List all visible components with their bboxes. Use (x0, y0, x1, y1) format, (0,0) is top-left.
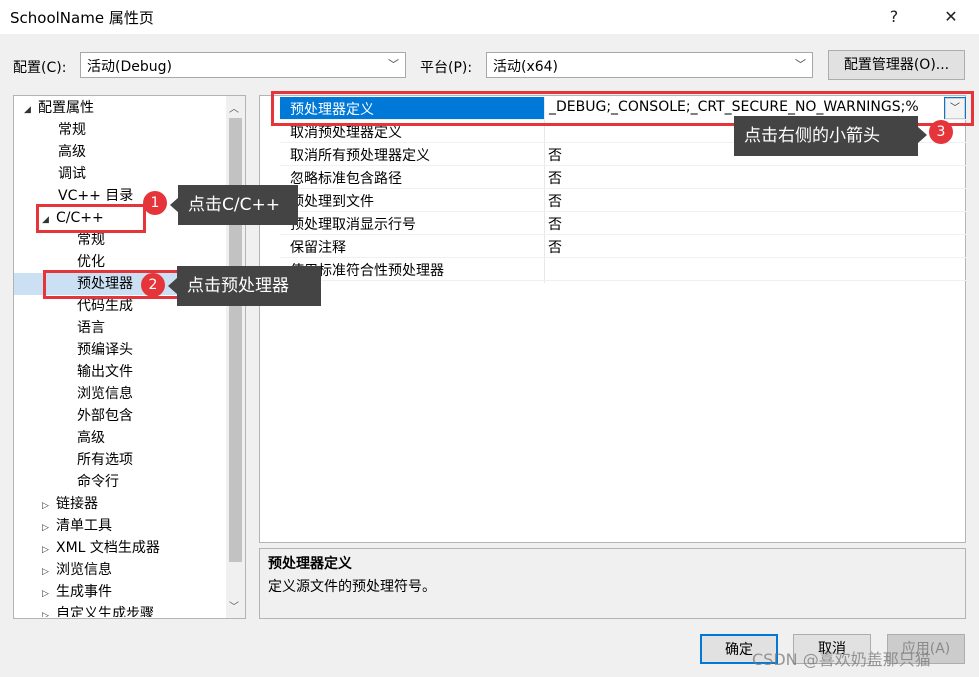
property-value[interactable]: 否 (548, 214, 562, 234)
scroll-up-icon[interactable]: ︿ (229, 100, 239, 115)
platform-value: 活动(x64) (493, 59, 559, 75)
tree-item-browse-info[interactable]: 浏览信息 (77, 383, 133, 405)
tree-item-label: 自定义生成步骤 (56, 606, 154, 617)
tree-item-custom-build-step[interactable]: ▷ 自定义生成步骤 (42, 603, 154, 617)
window-title: SchoolName 属性页 (10, 9, 154, 27)
tree-item-linker[interactable]: ▷ 链接器 (42, 493, 98, 515)
property-value[interactable]: 否 (548, 145, 562, 165)
config-label: 配置(C): (13, 60, 67, 76)
grid-row-suppress-line-numbers[interactable]: 预处理取消显示行号 否 (280, 212, 966, 235)
close-icon[interactable]: ✕ (934, 4, 968, 30)
tree-item-all-options[interactable]: 所有选项 (77, 449, 133, 471)
tree-item-language[interactable]: 语言 (77, 317, 105, 339)
property-name: 忽略标准包含路径 (290, 171, 402, 187)
tree-item-build-events[interactable]: ▷ 生成事件 (42, 581, 112, 603)
tree-item-xml-doc-generator[interactable]: ▷ XML 文档生成器 (42, 537, 160, 559)
callout-pointer (918, 127, 927, 143)
config-manager-button[interactable]: 配置管理器(O)... (828, 50, 965, 80)
tree-item-external-includes[interactable]: 外部包含 (77, 405, 133, 427)
description-title: 预处理器定义 (268, 556, 352, 572)
config-value: 活动(Debug) (87, 59, 172, 75)
platform-label: 平台(P): (420, 60, 473, 76)
grid-row-keep-comments[interactable]: 保留注释 否 (280, 235, 966, 258)
tree-item-command-line[interactable]: 命令行 (77, 471, 119, 493)
tree-item-browse-information[interactable]: ▷ 浏览信息 (42, 559, 112, 581)
platform-select[interactable]: 活动(x64) ﹀ (486, 52, 813, 78)
tree: ◢ 配置属性 常规 高级 调试 VC++ 目录 ◢ C/C++ 常规 优化 预处理器… (14, 97, 226, 617)
callout-pointer (168, 278, 177, 294)
property-value[interactable]: 否 (548, 168, 562, 188)
expand-icon[interactable]: ▷ (42, 517, 56, 539)
tree-item-precompiled-headers[interactable]: 预编译头 (77, 339, 133, 361)
expand-icon[interactable]: ▷ (42, 605, 56, 617)
property-value[interactable]: 否 (548, 237, 562, 257)
help-button[interactable]: ? (877, 4, 911, 30)
expand-icon[interactable]: ▷ (42, 583, 56, 605)
step-badge-1: 1 (143, 191, 167, 215)
property-name: 预处理取消显示行号 (290, 217, 416, 233)
callout-step-1: 点击C/C++ (178, 185, 298, 225)
chevron-down-icon: ﹀ (795, 58, 806, 71)
config-select[interactable]: 活动(Debug) ﹀ (80, 52, 406, 78)
grid-row-ignore-std-include[interactable]: 忽略标准包含路径 否 (280, 166, 966, 189)
step-badge-2: 2 (141, 273, 165, 297)
tree-item-label: 浏览信息 (56, 562, 112, 578)
property-value[interactable]: 否 (548, 191, 562, 211)
tree-item-label: XML 文档生成器 (56, 540, 160, 556)
step-badge-3: 3 (929, 120, 953, 144)
tree-item-general[interactable]: 常规 (58, 119, 86, 141)
tree-item-label: 生成事件 (56, 584, 112, 600)
tree-item-debugging[interactable]: 调试 (58, 163, 86, 185)
watermark: CSDN @喜欢奶盖那只猫 (752, 650, 931, 669)
tree-item-manifest-tool[interactable]: ▷ 清单工具 (42, 515, 112, 537)
property-name: 取消所有预处理器定义 (290, 148, 430, 164)
tree-item-label: 链接器 (56, 496, 98, 512)
expand-icon[interactable]: ▷ (42, 561, 56, 583)
highlight-box-cpp (36, 204, 146, 233)
tree-item-label: 配置属性 (38, 100, 94, 116)
grid-row-conforming-preprocessor[interactable]: 使用标准符合性预处理器 (280, 258, 966, 281)
expand-icon[interactable]: ◢ (24, 99, 38, 121)
callout-step-2: 点击预处理器 (177, 266, 321, 306)
scroll-down-icon[interactable]: ﹀ (229, 598, 239, 613)
expand-icon[interactable]: ▷ (42, 495, 56, 517)
tree-item-config-properties[interactable]: ◢ 配置属性 (24, 97, 94, 119)
description-text: 定义源文件的预处理符号。 (268, 579, 436, 595)
property-name: 预处理到文件 (290, 194, 374, 210)
expand-icon[interactable]: ▷ (42, 539, 56, 561)
property-name: 保留注释 (290, 240, 346, 256)
callout-step-3: 点击右侧的小箭头 (734, 116, 918, 156)
tree-item-cpp-advanced[interactable]: 高级 (77, 427, 105, 449)
tree-item-advanced[interactable]: 高级 (58, 141, 86, 163)
chevron-down-icon: ﹀ (388, 58, 399, 71)
tree-item-output-files[interactable]: 输出文件 (77, 361, 133, 383)
grid-row-preprocess-to-file[interactable]: 预处理到文件 否 (280, 189, 966, 212)
tree-item-label: 清单工具 (56, 518, 112, 534)
